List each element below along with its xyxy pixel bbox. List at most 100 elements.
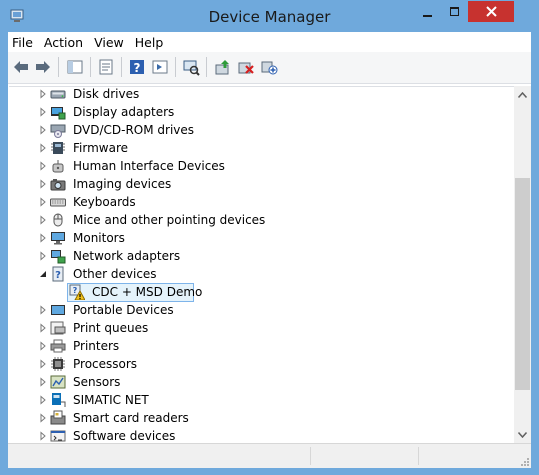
tree-category-item[interactable]: DVD/CD-ROM drives <box>9 121 514 139</box>
software-device-icon <box>50 430 66 442</box>
collapsed-arrow-icon[interactable] <box>38 377 48 387</box>
collapsed-arrow-icon[interactable] <box>38 197 48 207</box>
scan-hardware-changes-icon[interactable] <box>182 58 200 76</box>
collapsed-arrow-icon[interactable] <box>38 431 48 441</box>
tree-category-item[interactable]: Print queues <box>9 319 514 337</box>
printer-icon <box>50 339 66 353</box>
tree-category-item[interactable]: Mice and other pointing devices <box>9 211 514 229</box>
tree-item-label: Mice and other pointing devices <box>73 213 266 227</box>
tree-category-item[interactable]: Display adapters <box>9 103 514 121</box>
tree-category-item[interactable]: SIMATIC NET <box>9 391 514 409</box>
collapsed-arrow-icon[interactable] <box>38 323 48 333</box>
scroll-up-button[interactable] <box>514 86 531 103</box>
toolbar-separator <box>206 57 207 77</box>
expanded-arrow-icon[interactable] <box>38 269 48 279</box>
update-driver-icon[interactable] <box>214 58 232 76</box>
menu-view[interactable]: View <box>90 32 131 52</box>
tree-category-item[interactable]: Human Interface Devices <box>9 157 514 175</box>
help-icon[interactable]: ? <box>128 58 146 76</box>
scroll-down-button[interactable] <box>514 426 531 443</box>
print-queue-icon <box>50 321 66 335</box>
close-button[interactable] <box>468 1 514 22</box>
keyboard-icon <box>50 198 66 207</box>
tree-item-label: Portable Devices <box>73 303 174 317</box>
toolbar-separator <box>121 57 122 77</box>
collapsed-arrow-icon[interactable] <box>38 359 48 369</box>
collapsed-arrow-icon[interactable] <box>38 143 48 153</box>
tree-category-item[interactable]: Disk drives <box>9 87 514 103</box>
tree-category-item[interactable]: Processors <box>9 355 514 373</box>
sensor-icon <box>50 375 66 389</box>
collapsed-arrow-icon[interactable] <box>38 179 48 189</box>
tree-item-label: Firmware <box>73 141 128 155</box>
display-adapter-icon <box>51 107 66 120</box>
collapsed-arrow-icon[interactable] <box>38 215 48 225</box>
svg-text:?: ? <box>134 61 141 75</box>
tree-item-label: Imaging devices <box>73 177 172 191</box>
camera-icon <box>50 179 66 191</box>
uninstall-device-icon[interactable] <box>237 58 255 76</box>
collapsed-arrow-icon[interactable] <box>38 305 48 315</box>
tree-category-item[interactable]: Keyboards <box>9 193 514 211</box>
portable-device-icon <box>51 305 65 315</box>
tree-item-label: DVD/CD-ROM drives <box>73 123 195 137</box>
hid-icon <box>52 160 64 173</box>
forward-icon[interactable] <box>34 58 52 76</box>
collapsed-arrow-icon[interactable] <box>38 395 48 405</box>
collapsed-arrow-icon[interactable] <box>38 341 48 351</box>
chevron-down-icon <box>518 431 527 438</box>
maximize-icon <box>449 6 459 16</box>
minimize-button[interactable] <box>414 1 441 22</box>
tree-category-item[interactable]: Imaging devices <box>9 175 514 193</box>
title-bar[interactable]: Device Manager <box>1 1 538 32</box>
add-legacy-hardware-icon[interactable] <box>260 58 278 76</box>
svg-text:?: ? <box>55 270 61 281</box>
tree-child-item[interactable]: ? CDC + MSD Demo <box>9 283 514 302</box>
collapsed-arrow-icon[interactable] <box>38 251 48 261</box>
tree-category-item[interactable]: Software devices <box>9 427 514 444</box>
tree-category-item[interactable]: Firmware <box>9 139 514 157</box>
back-icon[interactable] <box>12 58 30 76</box>
tree-item-label: Printers <box>73 339 120 353</box>
tree-item-label: Keyboards <box>73 195 136 209</box>
svg-text:?: ? <box>73 286 78 295</box>
collapsed-arrow-icon[interactable] <box>38 107 48 117</box>
action-pane-icon[interactable] <box>151 58 169 76</box>
tree-category-item[interactable]: Printers <box>9 337 514 355</box>
tree-item-label: Processors <box>73 357 138 371</box>
collapsed-arrow-icon[interactable] <box>38 413 48 423</box>
vertical-scrollbar[interactable] <box>514 86 531 443</box>
scroll-thumb[interactable] <box>515 178 530 390</box>
tree-item-label: CDC + MSD Demo <box>92 285 203 299</box>
menu-file[interactable]: File <box>8 32 40 52</box>
menu-action[interactable]: Action <box>40 32 90 52</box>
tree-category-item[interactable]: Sensors <box>9 373 514 391</box>
tree-category-item[interactable]: Smart card readers <box>9 409 514 427</box>
tree-category-item[interactable]: ? Other devices <box>9 265 514 283</box>
firmware-icon <box>51 142 65 154</box>
properties-icon[interactable] <box>97 58 115 76</box>
show-hide-console-tree-icon[interactable] <box>66 58 84 76</box>
tree-item-label: Network adapters <box>73 249 181 263</box>
processor-icon <box>51 357 65 371</box>
collapsed-arrow-icon[interactable] <box>38 89 48 99</box>
collapsed-arrow-icon[interactable] <box>38 233 48 243</box>
monitor-icon <box>51 232 65 245</box>
tree-category-item[interactable]: Network adapters <box>9 247 514 265</box>
collapsed-arrow-icon[interactable] <box>38 125 48 135</box>
tree-category-item[interactable]: Portable Devices <box>9 301 514 319</box>
menu-help[interactable]: Help <box>131 32 171 52</box>
minimize-icon <box>422 14 432 17</box>
tree-category-item[interactable]: Monitors <box>9 229 514 247</box>
tree-item-label: Display adapters <box>73 105 175 119</box>
resize-grip-icon[interactable] <box>519 456 529 466</box>
status-cell <box>312 447 419 465</box>
collapsed-arrow-icon[interactable] <box>38 161 48 171</box>
maximize-button[interactable] <box>441 1 468 22</box>
device-tree[interactable]: Disk drives Display adapters DVD/CD-ROM dr… <box>9 86 514 444</box>
toolbar-separator <box>90 57 91 77</box>
toolbar-separator <box>175 57 176 77</box>
device-manager-window: Device Manager File Action View Help ? D… <box>0 0 539 475</box>
warning-device-icon: ? <box>69 284 85 300</box>
close-icon <box>485 6 497 17</box>
